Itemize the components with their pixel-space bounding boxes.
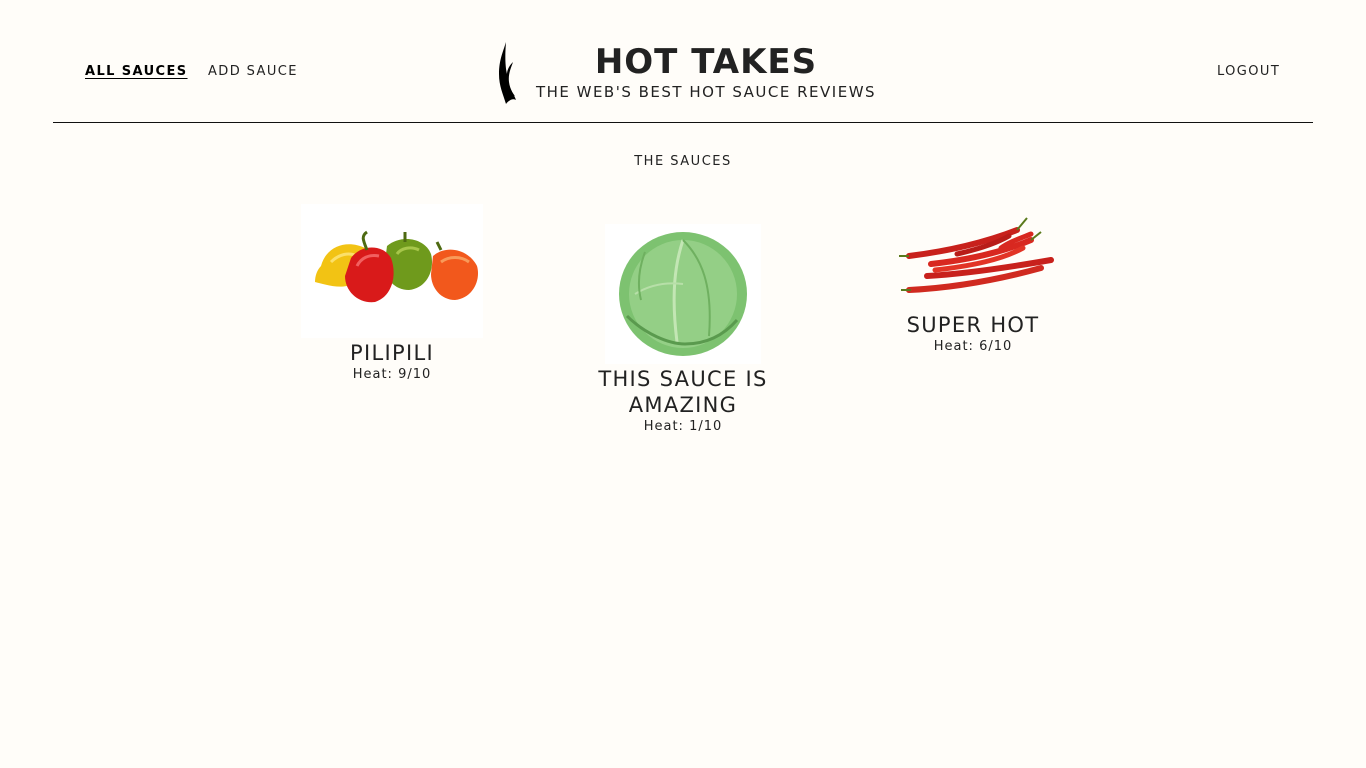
- sauce-card[interactable]: SUPER HOT Heat: 6/10: [873, 204, 1073, 355]
- logout-link[interactable]: LOGOUT: [1217, 64, 1280, 79]
- section-title: THE SAUCES: [634, 154, 732, 169]
- sauce-card[interactable]: PILIPILI Heat: 9/10: [292, 204, 492, 383]
- site-subtitle: THE WEB'S BEST HOT SAUCE REVIEWS: [535, 83, 877, 101]
- peppers-image: [301, 204, 483, 338]
- heat-value: 9/10: [398, 367, 432, 382]
- sauce-card[interactable]: THIS SAUCE IS AMAZING Heat: 1/10: [583, 224, 783, 435]
- nav-all-sauces-link[interactable]: ALL SAUCES: [85, 64, 188, 79]
- chili-image: [891, 204, 1055, 310]
- heat-label: Heat:: [643, 419, 684, 434]
- sauce-heat: Heat: 9/10: [292, 367, 492, 383]
- flame-icon: [499, 42, 516, 104]
- site-title: HOT TAKES: [594, 42, 818, 82]
- cabbage-image: [605, 224, 761, 364]
- sauce-name: SUPER HOT: [906, 313, 1040, 337]
- sauce-heat: Heat: 1/10: [583, 419, 783, 435]
- heat-value: 1/10: [689, 419, 723, 434]
- sauce-heat: Heat: 6/10: [873, 339, 1073, 355]
- heat-label: Heat:: [933, 339, 974, 354]
- sauce-name: PILIPILI: [350, 341, 434, 365]
- sauce-name: THIS SAUCE IS AMAZING: [598, 367, 768, 417]
- heat-value: 6/10: [979, 339, 1013, 354]
- heat-label: Heat:: [352, 367, 393, 382]
- nav-add-sauce-link[interactable]: ADD SAUCE: [208, 64, 298, 79]
- site-header: ALL SAUCES ADD SAUCE HOT TAKES THE WEB'S…: [53, 0, 1313, 123]
